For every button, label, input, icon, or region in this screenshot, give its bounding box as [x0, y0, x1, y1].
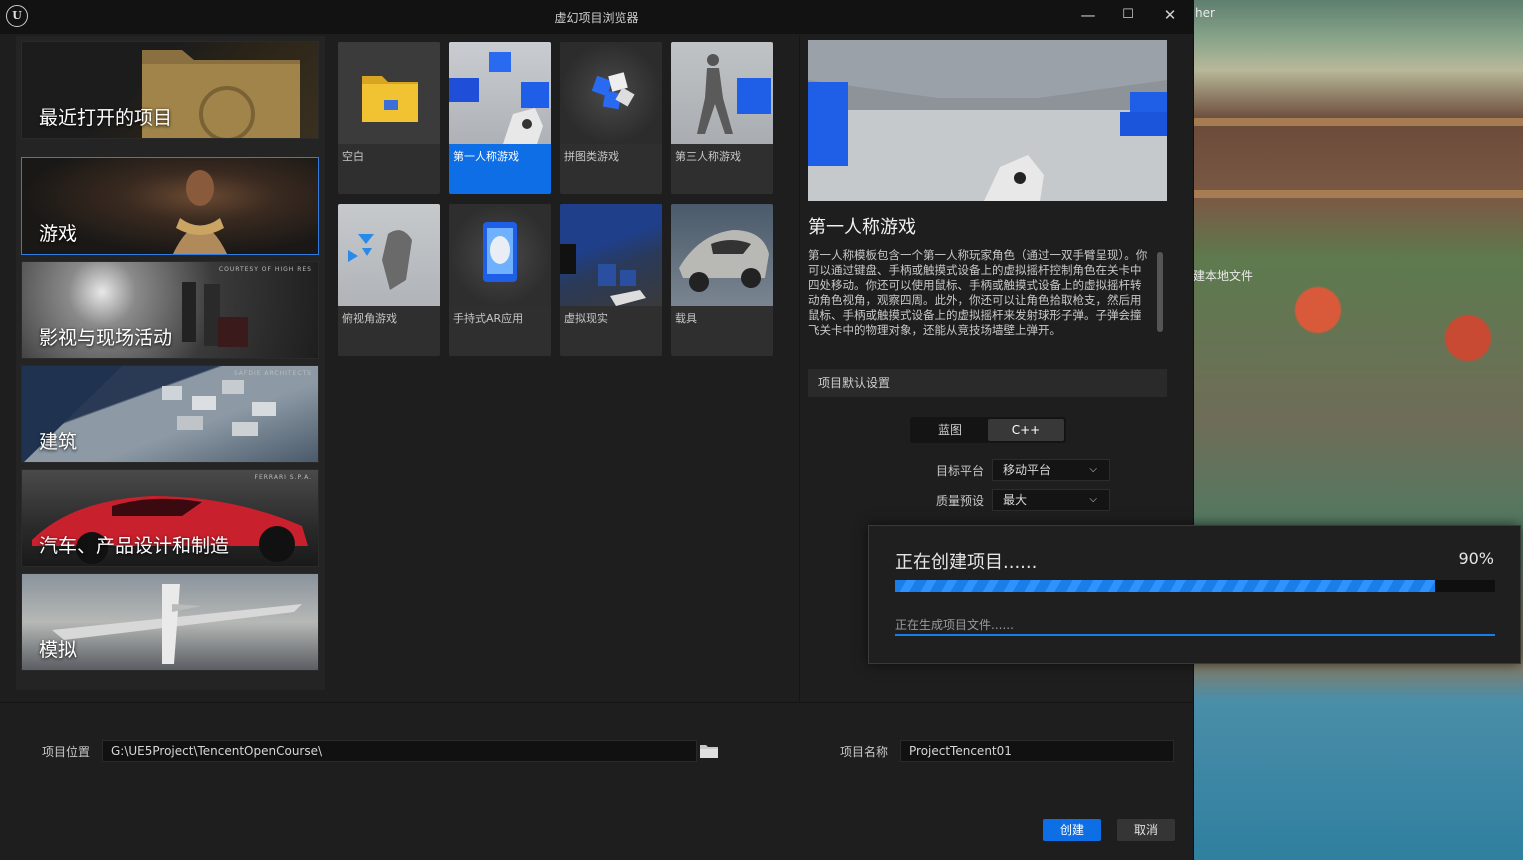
template-thumbnail [560, 42, 662, 144]
category-simulation[interactable]: 模拟 [21, 573, 319, 671]
quality-preset-dropdown[interactable]: 最大 ⌵ [992, 489, 1110, 511]
first-person-thumbnail [449, 52, 549, 144]
progress-title: 正在创建项目...... [895, 552, 1038, 573]
description-scrollbar[interactable] [1157, 252, 1163, 332]
template-thumbnail [449, 204, 551, 306]
blueprint-option[interactable]: 蓝图 [912, 419, 988, 441]
background-desktop-scene: her 建本地文件 [1193, 0, 1523, 860]
background-text-fragment: 建本地文件 [1193, 269, 1254, 283]
template-puzzle[interactable]: 拼图类游戏 [560, 42, 662, 194]
category-label: 模拟 [39, 639, 78, 661]
progress-percent: 90% [1458, 549, 1494, 568]
template-name: 载具 [675, 312, 697, 325]
project-browser-window: U 虚幻项目浏览器 — ☐ ✕ 最近打开的项目 游戏 COURTESY OF H… [0, 0, 1194, 860]
progress-bar [895, 580, 1495, 592]
target-platform-label: 目标平台 [935, 464, 984, 478]
dropdown-value: 移动平台 [1003, 463, 1052, 477]
maximize-button[interactable]: ☐ [1110, 4, 1146, 28]
progress-subtitle: 正在生成项目文件...... [895, 618, 1014, 632]
vr-thumbnail [560, 244, 646, 306]
project-name-label: 项目名称 [840, 745, 889, 759]
template-virtual-reality[interactable]: 虚拟现实 [560, 204, 662, 356]
blank-folder-icon [362, 76, 418, 122]
category-list: 最近打开的项目 游戏 COURTESY OF HIGH RES 影视与现场活动 … [16, 36, 325, 690]
template-preview-image [808, 40, 1167, 201]
image-credit: SAFDIE ARCHITECTS [233, 370, 312, 377]
template-name: 拼图类游戏 [564, 150, 619, 163]
panel-divider [799, 36, 800, 702]
browse-folder-icon[interactable] [700, 744, 718, 758]
create-button[interactable]: 创建 [1043, 819, 1101, 841]
background-text-fragment: her [1195, 6, 1215, 20]
chevron-down-icon: ⌵ [1089, 494, 1097, 505]
first-person-preview [808, 80, 1167, 201]
dropdown-value: 最大 [1003, 493, 1028, 507]
third-person-thumbnail [697, 54, 771, 134]
template-thumbnail [338, 204, 440, 306]
category-recent-projects[interactable]: 最近打开的项目 [21, 41, 319, 139]
category-label: 最近打开的项目 [39, 107, 173, 129]
template-name: 空白 [342, 150, 364, 163]
title-bar: U 虚幻项目浏览器 — ☐ ✕ [0, 0, 1193, 34]
project-name-input[interactable]: ProjectTencent01 [900, 740, 1174, 762]
template-thumbnail [560, 204, 662, 306]
progress-underline [895, 634, 1495, 636]
template-thumbnail [671, 204, 773, 306]
category-architecture[interactable]: SAFDIE ARCHITECTS 建筑 [21, 365, 319, 463]
template-top-down[interactable]: 俯视角游戏 [338, 204, 440, 356]
chevron-down-icon: ⌵ [1089, 464, 1097, 475]
category-label: 汽车、产品设计和制造 [39, 535, 230, 557]
image-credit: FERRARI S.P.A. [254, 474, 312, 481]
top-down-thumbnail [348, 230, 412, 290]
scene-rail [1193, 118, 1523, 126]
template-name: 手持式AR应用 [453, 312, 524, 325]
template-first-person[interactable]: 第一人称游戏 [449, 42, 551, 194]
template-title: 第一人称游戏 [808, 217, 916, 238]
minimize-button[interactable]: — [1070, 4, 1106, 28]
template-name: 第三人称游戏 [675, 150, 741, 163]
window-title: 虚幻项目浏览器 [554, 11, 639, 25]
template-description: 第一人称模板包含一个第一人称玩家角色（通过一双手臂呈现）。你可以通过键盘、手柄或… [808, 248, 1148, 337]
template-details-panel: 第一人称游戏 第一人称模板包含一个第一人称玩家角色（通过一双手臂呈现）。你可以通… [808, 40, 1168, 530]
cpp-option[interactable]: C++ [988, 419, 1064, 441]
template-thumbnail [338, 42, 440, 144]
category-film-live-events[interactable]: COURTESY OF HIGH RES 影视与现场活动 [21, 261, 319, 359]
project-location-label: 项目位置 [42, 745, 91, 759]
progress-notification: 正在创建项目...... 90% 正在生成项目文件...... [868, 525, 1521, 664]
template-name: 第一人称游戏 [453, 150, 519, 163]
category-label: 游戏 [39, 223, 78, 245]
quality-preset-label: 质量预设 [935, 494, 984, 508]
category-label: 建筑 [39, 431, 78, 453]
handheld-ar-icon [483, 222, 517, 282]
template-third-person[interactable]: 第三人称游戏 [671, 42, 773, 194]
scene-rail [1193, 190, 1523, 198]
template-vehicle[interactable]: 载具 [671, 204, 773, 356]
category-automotive[interactable]: FERRARI S.P.A. 汽车、产品设计和制造 [21, 469, 319, 567]
progress-bar-fill [895, 580, 1435, 592]
close-button[interactable]: ✕ [1152, 4, 1188, 28]
template-grid: 空白 第一人称游戏 拼图类游戏 第三人称游戏 俯视角游戏 手持式AR应用 虚拟现… [336, 42, 776, 362]
puzzle-dice-icon [591, 72, 635, 110]
template-name: 虚拟现实 [564, 312, 608, 325]
project-location-input[interactable]: G:\UE5Project\TencentOpenCourse\ [102, 740, 697, 762]
template-thumbnail [671, 42, 773, 144]
template-thumbnail [449, 42, 551, 144]
category-label: 影视与现场活动 [39, 327, 173, 349]
bottom-divider [0, 702, 1193, 703]
cancel-button[interactable]: 取消 [1117, 819, 1175, 841]
template-name: 俯视角游戏 [342, 312, 397, 325]
image-credit: COURTESY OF HIGH RES [218, 266, 312, 273]
project-defaults-header[interactable]: 项目默认设置 [808, 369, 1167, 397]
vehicle-thumbnail [679, 230, 769, 292]
target-platform-dropdown[interactable]: 移动平台 ⌵ [992, 459, 1110, 481]
template-blank[interactable]: 空白 [338, 42, 440, 194]
template-handheld-ar[interactable]: 手持式AR应用 [449, 204, 551, 356]
blueprint-cpp-toggle: 蓝图 C++ [910, 417, 1066, 443]
category-games[interactable]: 游戏 [21, 157, 319, 255]
